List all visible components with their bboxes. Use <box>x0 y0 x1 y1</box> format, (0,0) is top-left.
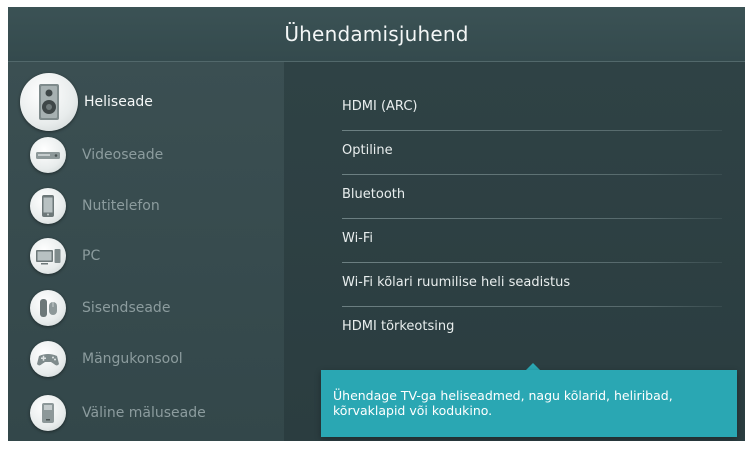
option-optical[interactable]: Optiline <box>342 131 722 175</box>
option-wifi[interactable]: Wi-Fi <box>342 219 722 263</box>
category-label: Nutitelefon <box>82 198 160 214</box>
option-hdmi-arc[interactable]: HDMI (ARC) <box>342 87 722 131</box>
option-label: HDMI tõrkeotsing <box>342 319 455 334</box>
category-label: Väline mäluseade <box>82 405 206 421</box>
category-item-video-device[interactable]: Videoseade <box>20 133 280 177</box>
external-storage-icon <box>30 395 66 431</box>
category-sidebar: Heliseade Videoseade Nutitelefon PC Sise… <box>8 62 284 441</box>
option-bluetooth[interactable]: Bluetooth <box>342 175 722 219</box>
speaker-icon <box>20 73 78 131</box>
help-tooltip: Ühendage TV-ga heliseadmed, nagu kõlarid… <box>321 370 737 437</box>
option-label: HDMI (ARC) <box>342 99 418 114</box>
option-hdmi-troubleshooting[interactable]: HDMI tõrkeotsing <box>342 307 722 351</box>
video-player-icon <box>30 137 66 173</box>
category-item-external-storage[interactable]: Väline mäluseade <box>20 391 280 435</box>
category-item-input-device[interactable]: Sisendseade <box>20 286 280 330</box>
category-label: Videoseade <box>82 147 164 163</box>
header: Ühendamisjuhend <box>8 7 745 62</box>
pc-icon <box>30 238 66 274</box>
category-item-smartphone[interactable]: Nutitelefon <box>20 184 280 228</box>
option-wifi-surround-setup[interactable]: Wi-Fi kõlari ruumilise heli seadistus <box>342 263 722 307</box>
tv-screen: Ühendamisjuhend Heliseade Videoseade Nut… <box>8 7 745 441</box>
game-controller-icon <box>30 341 66 377</box>
option-label: Optiline <box>342 143 393 158</box>
input-device-icon <box>30 290 66 326</box>
category-item-pc[interactable]: PC <box>20 234 280 278</box>
category-item-audio-device[interactable]: Heliseade <box>20 73 280 131</box>
category-label: Sisendseade <box>82 300 171 316</box>
option-label: Bluetooth <box>342 187 406 202</box>
smartphone-icon <box>30 188 66 224</box>
option-label: Wi-Fi kõlari ruumilise heli seadistus <box>342 275 571 290</box>
page-title: Ühendamisjuhend <box>284 22 469 46</box>
category-label: Heliseade <box>84 94 153 110</box>
category-label: PC <box>82 248 101 264</box>
category-item-game-console[interactable]: Mängukonsool <box>20 337 280 381</box>
category-label: Mängukonsool <box>82 351 183 367</box>
option-label: Wi-Fi <box>342 231 374 246</box>
tooltip-text: Ühendage TV-ga heliseadmed, nagu kõlarid… <box>333 388 673 418</box>
